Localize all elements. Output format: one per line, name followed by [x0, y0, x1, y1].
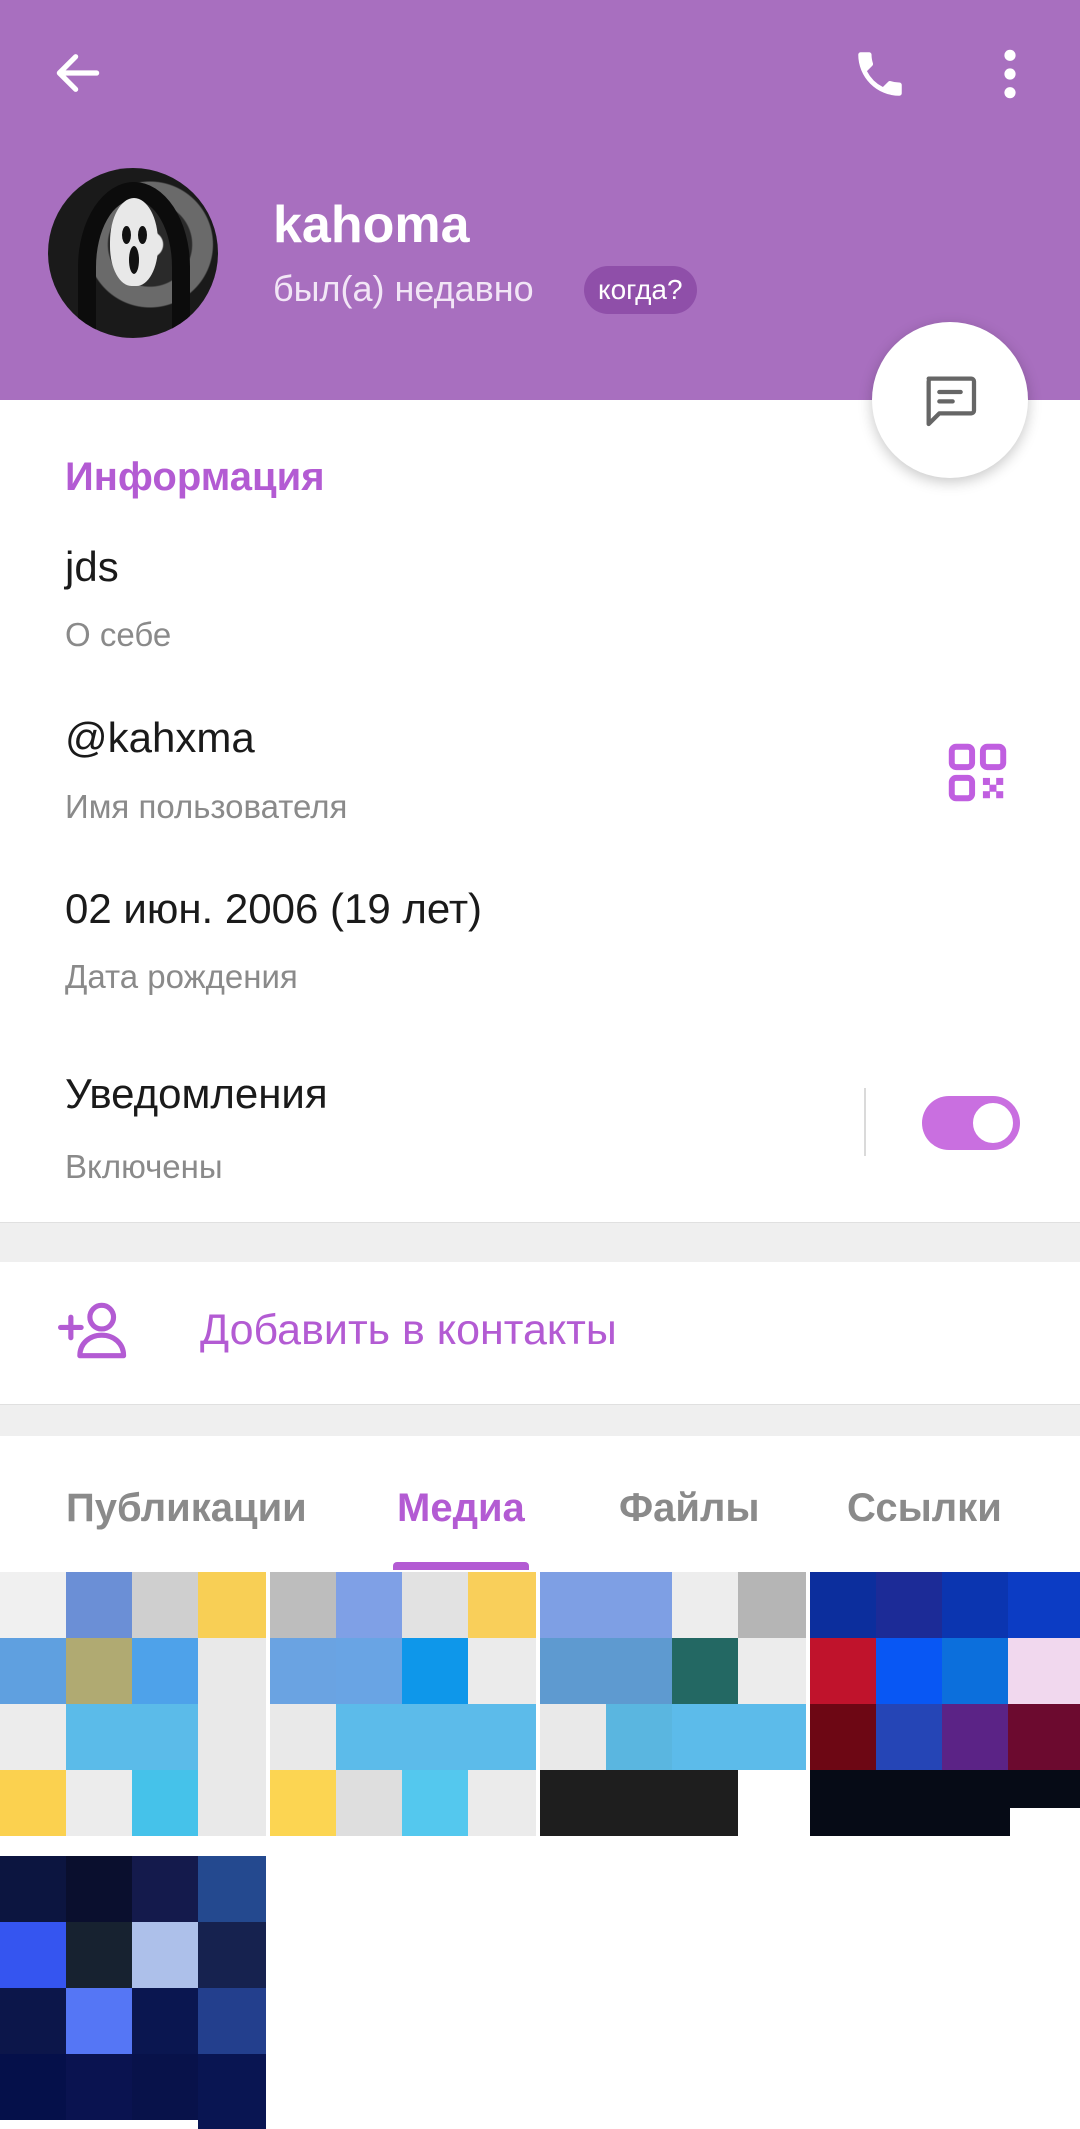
more-menu-button[interactable] [980, 36, 1040, 112]
qr-code-button[interactable] [945, 740, 1010, 805]
active-tab-indicator [393, 1562, 529, 1570]
section-divider [0, 1404, 1080, 1436]
avatar-mouth [129, 246, 139, 274]
tab-links[interactable]: Ссылки [847, 1486, 1002, 1531]
notifications-toggle[interactable] [922, 1096, 1020, 1150]
avatar[interactable] [48, 168, 218, 338]
avatar-eye [138, 226, 147, 244]
section-divider [0, 1222, 1080, 1262]
back-button[interactable] [38, 38, 118, 108]
media-thumbnail[interactable] [0, 1856, 268, 2129]
divider [864, 1088, 866, 1156]
media-tabs: Публикации Медиа Файлы Ссылки [0, 1436, 1080, 1572]
back-arrow-icon [56, 54, 100, 92]
tab-publications[interactable]: Публикации [66, 1486, 307, 1531]
media-thumbnail[interactable] [810, 1572, 1080, 1842]
add-contact-label: Добавить в контакты [200, 1306, 617, 1354]
last-seen-status: был(а) недавно [273, 268, 534, 309]
birthday-label: Дата рождения [65, 958, 298, 995]
profile-name: kahoma [273, 196, 470, 254]
add-user-icon [58, 1302, 127, 1359]
toggle-knob [969, 1099, 1017, 1147]
username-label: Имя пользователя [65, 788, 348, 825]
call-button[interactable] [840, 36, 920, 112]
bio-label: О себе [65, 616, 172, 653]
birthday-value[interactable]: 02 июн. 2006 (19 лет) [65, 885, 482, 933]
info-section-title: Информация [65, 455, 325, 499]
avatar-eye [122, 226, 131, 244]
last-seen-when-badge[interactable]: когда? [584, 266, 697, 314]
phone-icon [858, 52, 902, 96]
message-icon [926, 376, 977, 427]
add-contact-button[interactable]: Добавить в контакты [0, 1262, 1080, 1404]
notifications-status: Включены [65, 1148, 223, 1185]
message-button[interactable] [872, 322, 1028, 478]
media-grid [0, 1572, 1080, 2129]
media-thumbnail[interactable] [540, 1572, 808, 1854]
notifications-title[interactable]: Уведомления [65, 1070, 328, 1118]
qr-code-icon [948, 743, 1007, 802]
tab-files[interactable]: Файлы [619, 1486, 760, 1531]
tab-media[interactable]: Медиа [397, 1486, 525, 1531]
more-vertical-icon [1004, 49, 1016, 99]
username-value[interactable]: @kahxma [65, 714, 255, 762]
media-thumbnail[interactable] [270, 1572, 538, 1854]
bio-value[interactable]: jds [65, 543, 119, 591]
media-thumbnail[interactable] [0, 1572, 268, 1854]
